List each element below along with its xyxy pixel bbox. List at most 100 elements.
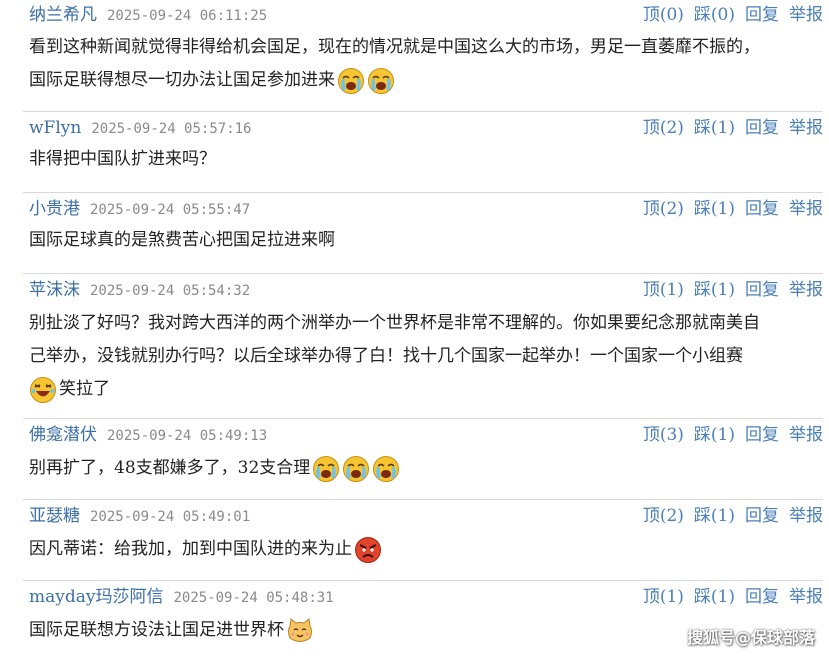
username-link[interactable]: mayday玛莎阿信 — [29, 587, 163, 607]
crying-emoji-icon — [312, 455, 340, 483]
upvote-button[interactable]: 顶(1) — [643, 587, 684, 607]
comment-meta: mayday玛莎阿信 2025-09-24 05:48:31 — [29, 586, 334, 608]
comment-line-text: 笑拉了 — [59, 379, 110, 399]
comment-meta: 纳兰希凡 2025-09-24 06:11:25 — [29, 4, 267, 26]
upvote-button[interactable]: 顶(2) — [643, 506, 684, 526]
comment-item: 佛龛潜伏 2025-09-24 05:49:13 顶(3) 踩(1) 回复 举报 别再扩… — [0, 419, 823, 499]
downvote-count: (0) — [710, 5, 735, 25]
comment-body: 看到这种新闻就觉得非得给机会国足，现在的情况就是中国这么大的市场，男足一直萎靡不… — [29, 31, 819, 97]
comment-body: 因凡蒂诺：给我加，加到中国队进的来为止 — [29, 533, 819, 566]
watermark: 搜狐号@保球部落 — [686, 628, 815, 647]
comment-line: 非得把中国队扩进来吗？ — [29, 149, 216, 169]
downvote-count: (1) — [710, 199, 735, 219]
downvote-count: (1) — [710, 506, 735, 526]
crying-emoji-icon — [342, 455, 370, 483]
cat-emoji-icon — [286, 617, 314, 645]
comment-body: 别扯淡了好吗？我对跨大西洋的两个洲举办一个世界杯是非常不理解的。你如果要纪念那就… — [29, 307, 819, 406]
comment-meta: 苹沫沫 2025-09-24 05:54:32 — [29, 279, 250, 301]
comment-timestamp: 2025-09-24 05:55:47 — [90, 202, 251, 218]
crying-emoji-icon — [337, 67, 365, 95]
username-link[interactable]: wFlyn — [29, 118, 81, 138]
upvote-count: (1) — [659, 587, 684, 607]
comment-timestamp: 2025-09-24 05:49:01 — [90, 509, 251, 525]
downvote-button[interactable]: 踩(1) — [694, 118, 735, 138]
upvote-label: 顶 — [642, 280, 660, 300]
upvote-button[interactable]: 顶(2) — [643, 118, 684, 138]
downvote-label: 踩 — [693, 5, 711, 25]
username-link[interactable]: 纳兰希凡 — [29, 5, 97, 25]
comment-body: 国际足球真的是煞费苦心把国足拉进来啊 — [29, 224, 819, 257]
comment-actions: 顶(1) 踩(1) 回复 举报 — [633, 279, 823, 301]
comment-actions: 顶(2) 踩(1) 回复 举报 — [633, 117, 823, 139]
upvote-label: 顶 — [642, 118, 660, 138]
report-button[interactable]: 举报 — [789, 199, 823, 219]
downvote-button[interactable]: 踩(1) — [694, 280, 735, 300]
report-button[interactable]: 举报 — [789, 506, 823, 526]
comment-actions: 顶(0) 踩(0) 回复 举报 — [633, 4, 823, 26]
upvote-label: 顶 — [642, 506, 660, 526]
username-link[interactable]: 佛龛潜伏 — [29, 425, 97, 445]
username-link[interactable]: 小贵港 — [29, 199, 80, 219]
comment-item: 纳兰希凡 2025-09-24 06:11:25 顶(0) 踩(0) 回复 举报 看到这… — [0, 0, 823, 111]
downvote-label: 踩 — [693, 199, 711, 219]
upvote-count: (0) — [659, 5, 684, 25]
username-link[interactable]: 苹沫沫 — [29, 280, 80, 300]
downvote-button[interactable]: 踩(1) — [694, 425, 735, 445]
report-button[interactable]: 举报 — [789, 280, 823, 300]
upvote-label: 顶 — [642, 199, 660, 219]
downvote-button[interactable]: 踩(1) — [694, 587, 735, 607]
downvote-button[interactable]: 踩(1) — [694, 199, 735, 219]
downvote-button[interactable]: 踩(0) — [694, 5, 735, 25]
comment-line: 别扯淡了好吗？我对跨大西洋的两个洲举办一个世界杯是非常不理解的。你如果要纪念那就… — [29, 313, 760, 333]
comment-line: 笑拉了 — [29, 373, 819, 406]
upvote-button[interactable]: 顶(3) — [643, 425, 684, 445]
report-button[interactable]: 举报 — [789, 587, 823, 607]
comment-actions: 顶(2) 踩(1) 回复 举报 — [633, 198, 823, 220]
angry-emoji-icon — [354, 536, 382, 564]
reply-button[interactable]: 回复 — [745, 280, 779, 300]
comment-line-text: 因凡蒂诺：给我加，加到中国队进的来为止 — [29, 539, 352, 559]
comment-line: 国际足联得想尽一切办法让国足参加进来 — [29, 64, 819, 97]
report-button[interactable]: 举报 — [789, 5, 823, 25]
report-button[interactable]: 举报 — [789, 425, 823, 445]
comment-actions: 顶(1) 踩(1) 回复 举报 — [633, 586, 823, 608]
comment-line-text: 别再扩了，48支都嫌多了，32支合理 — [29, 458, 311, 478]
downvote-count: (1) — [710, 425, 735, 445]
reply-button[interactable]: 回复 — [745, 118, 779, 138]
downvote-label: 踩 — [693, 280, 711, 300]
comment-line: 看到这种新闻就觉得非得给机会国足，现在的情况就是中国这么大的市场，男足一直萎靡不… — [29, 37, 760, 57]
comment-body: 别再扩了，48支都嫌多了，32支合理 — [29, 452, 819, 485]
reply-button[interactable]: 回复 — [745, 506, 779, 526]
laughing-emoji-icon — [29, 376, 57, 404]
comment-body: 非得把中国队扩进来吗？ — [29, 143, 819, 176]
upvote-count: (2) — [659, 199, 684, 219]
comment-item: wFlyn 2025-09-24 05:57:16 顶(2) 踩(1) 回复 举报 非得… — [0, 112, 823, 192]
downvote-count: (1) — [710, 587, 735, 607]
reply-button[interactable]: 回复 — [745, 5, 779, 25]
upvote-button[interactable]: 顶(1) — [643, 280, 684, 300]
downvote-label: 踩 — [693, 587, 711, 607]
comment-meta: 亚瑟糖 2025-09-24 05:49:01 — [29, 505, 250, 527]
upvote-count: (1) — [659, 280, 684, 300]
reply-button[interactable]: 回复 — [745, 425, 779, 445]
comment-actions: 顶(2) 踩(1) 回复 举报 — [633, 505, 823, 527]
comment-line-text: 国际足联得想尽一切办法让国足参加进来 — [29, 70, 335, 90]
reply-button[interactable]: 回复 — [745, 587, 779, 607]
username-link[interactable]: 亚瑟糖 — [29, 506, 80, 526]
upvote-label: 顶 — [642, 587, 660, 607]
comment-item: 小贵港 2025-09-24 05:55:47 顶(2) 踩(1) 回复 举报 国际足球… — [0, 193, 823, 273]
upvote-button[interactable]: 顶(0) — [643, 5, 684, 25]
report-button[interactable]: 举报 — [789, 118, 823, 138]
downvote-button[interactable]: 踩(1) — [694, 506, 735, 526]
upvote-count: (2) — [659, 118, 684, 138]
downvote-count: (1) — [710, 280, 735, 300]
upvote-count: (2) — [659, 506, 684, 526]
comment-timestamp: 2025-09-24 05:48:31 — [173, 590, 334, 606]
downvote-label: 踩 — [693, 118, 711, 138]
upvote-button[interactable]: 顶(2) — [643, 199, 684, 219]
comment-line-text: 国际足联想方设法让国足进世界杯 — [29, 620, 284, 640]
comment-line: 国际足球真的是煞费苦心把国足拉进来啊 — [29, 230, 335, 250]
reply-button[interactable]: 回复 — [745, 199, 779, 219]
comment-meta: wFlyn 2025-09-24 05:57:16 — [29, 117, 252, 139]
crying-emoji-icon — [372, 455, 400, 483]
